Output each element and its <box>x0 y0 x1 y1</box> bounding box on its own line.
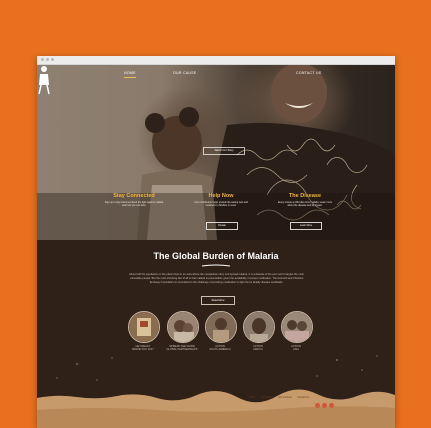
browser-window: Home Our Cause Contact Us Watch Our Stor… <box>37 56 395 428</box>
foundation-logo-icon[interactable] <box>37 65 51 95</box>
browser-chrome <box>37 56 395 65</box>
window-dot-icon[interactable] <box>41 58 44 61</box>
circle-asia[interactable] <box>281 311 313 343</box>
facebook-icon[interactable] <box>315 403 320 408</box>
circle-africa[interactable] <box>243 311 275 343</box>
circle-get-ready[interactable] <box>128 311 160 343</box>
donate-button[interactable]: Donate <box>206 222 238 230</box>
stay-connected-text: Sign up to stay informed about the fight… <box>104 201 164 208</box>
circle-spread-the-word[interactable] <box>167 311 199 343</box>
help-now-title: Help Now <box>208 193 234 199</box>
main-nav: Home Our Cause Contact Us <box>110 71 330 83</box>
the-disease-title: The Disease <box>288 193 322 199</box>
help-now-text: Your contribution helps provide life-sav… <box>194 201 248 208</box>
section-paragraph: About half the population on the planet … <box>129 273 304 284</box>
window-dot-icon[interactable] <box>51 58 54 61</box>
savanna-ground <box>37 384 395 428</box>
watch-story-button[interactable]: Watch Our Story <box>203 147 245 155</box>
nav-item-home[interactable]: Home <box>124 71 136 78</box>
footer-links: Home Our Cause Get Involved Contact Us <box>249 396 314 399</box>
burden-section: The Global Burden of Malaria About half … <box>37 240 395 428</box>
nav-item-our-cause[interactable]: Our Cause <box>173 71 197 75</box>
section-heading: The Global Burden of Malaria <box>153 251 279 261</box>
read-more-button[interactable]: Read More <box>201 296 235 305</box>
stay-connected-title: Stay Connected <box>113 193 155 199</box>
footer-link-home[interactable]: Home <box>249 396 255 399</box>
learn-more-button[interactable]: Learn More <box>290 222 322 230</box>
window-dot-icon[interactable] <box>46 58 49 61</box>
circle-south-america[interactable] <box>205 311 237 343</box>
footer-link-our-cause[interactable]: Our Cause <box>261 396 273 399</box>
nav-item-contact-us[interactable]: Contact Us <box>296 71 321 75</box>
twitter-icon[interactable] <box>322 403 327 408</box>
footer-link-get-involved[interactable]: Get Involved <box>278 396 291 399</box>
footer-link-contact-us[interactable]: Contact Us <box>297 396 309 399</box>
heading-underline-icon <box>201 264 231 267</box>
hero-section: Home Our Cause Contact Us Watch Our Stor… <box>37 65 395 240</box>
the-disease-text: Every minute a child dies from malaria. … <box>277 201 333 208</box>
instagram-icon[interactable] <box>329 403 334 408</box>
